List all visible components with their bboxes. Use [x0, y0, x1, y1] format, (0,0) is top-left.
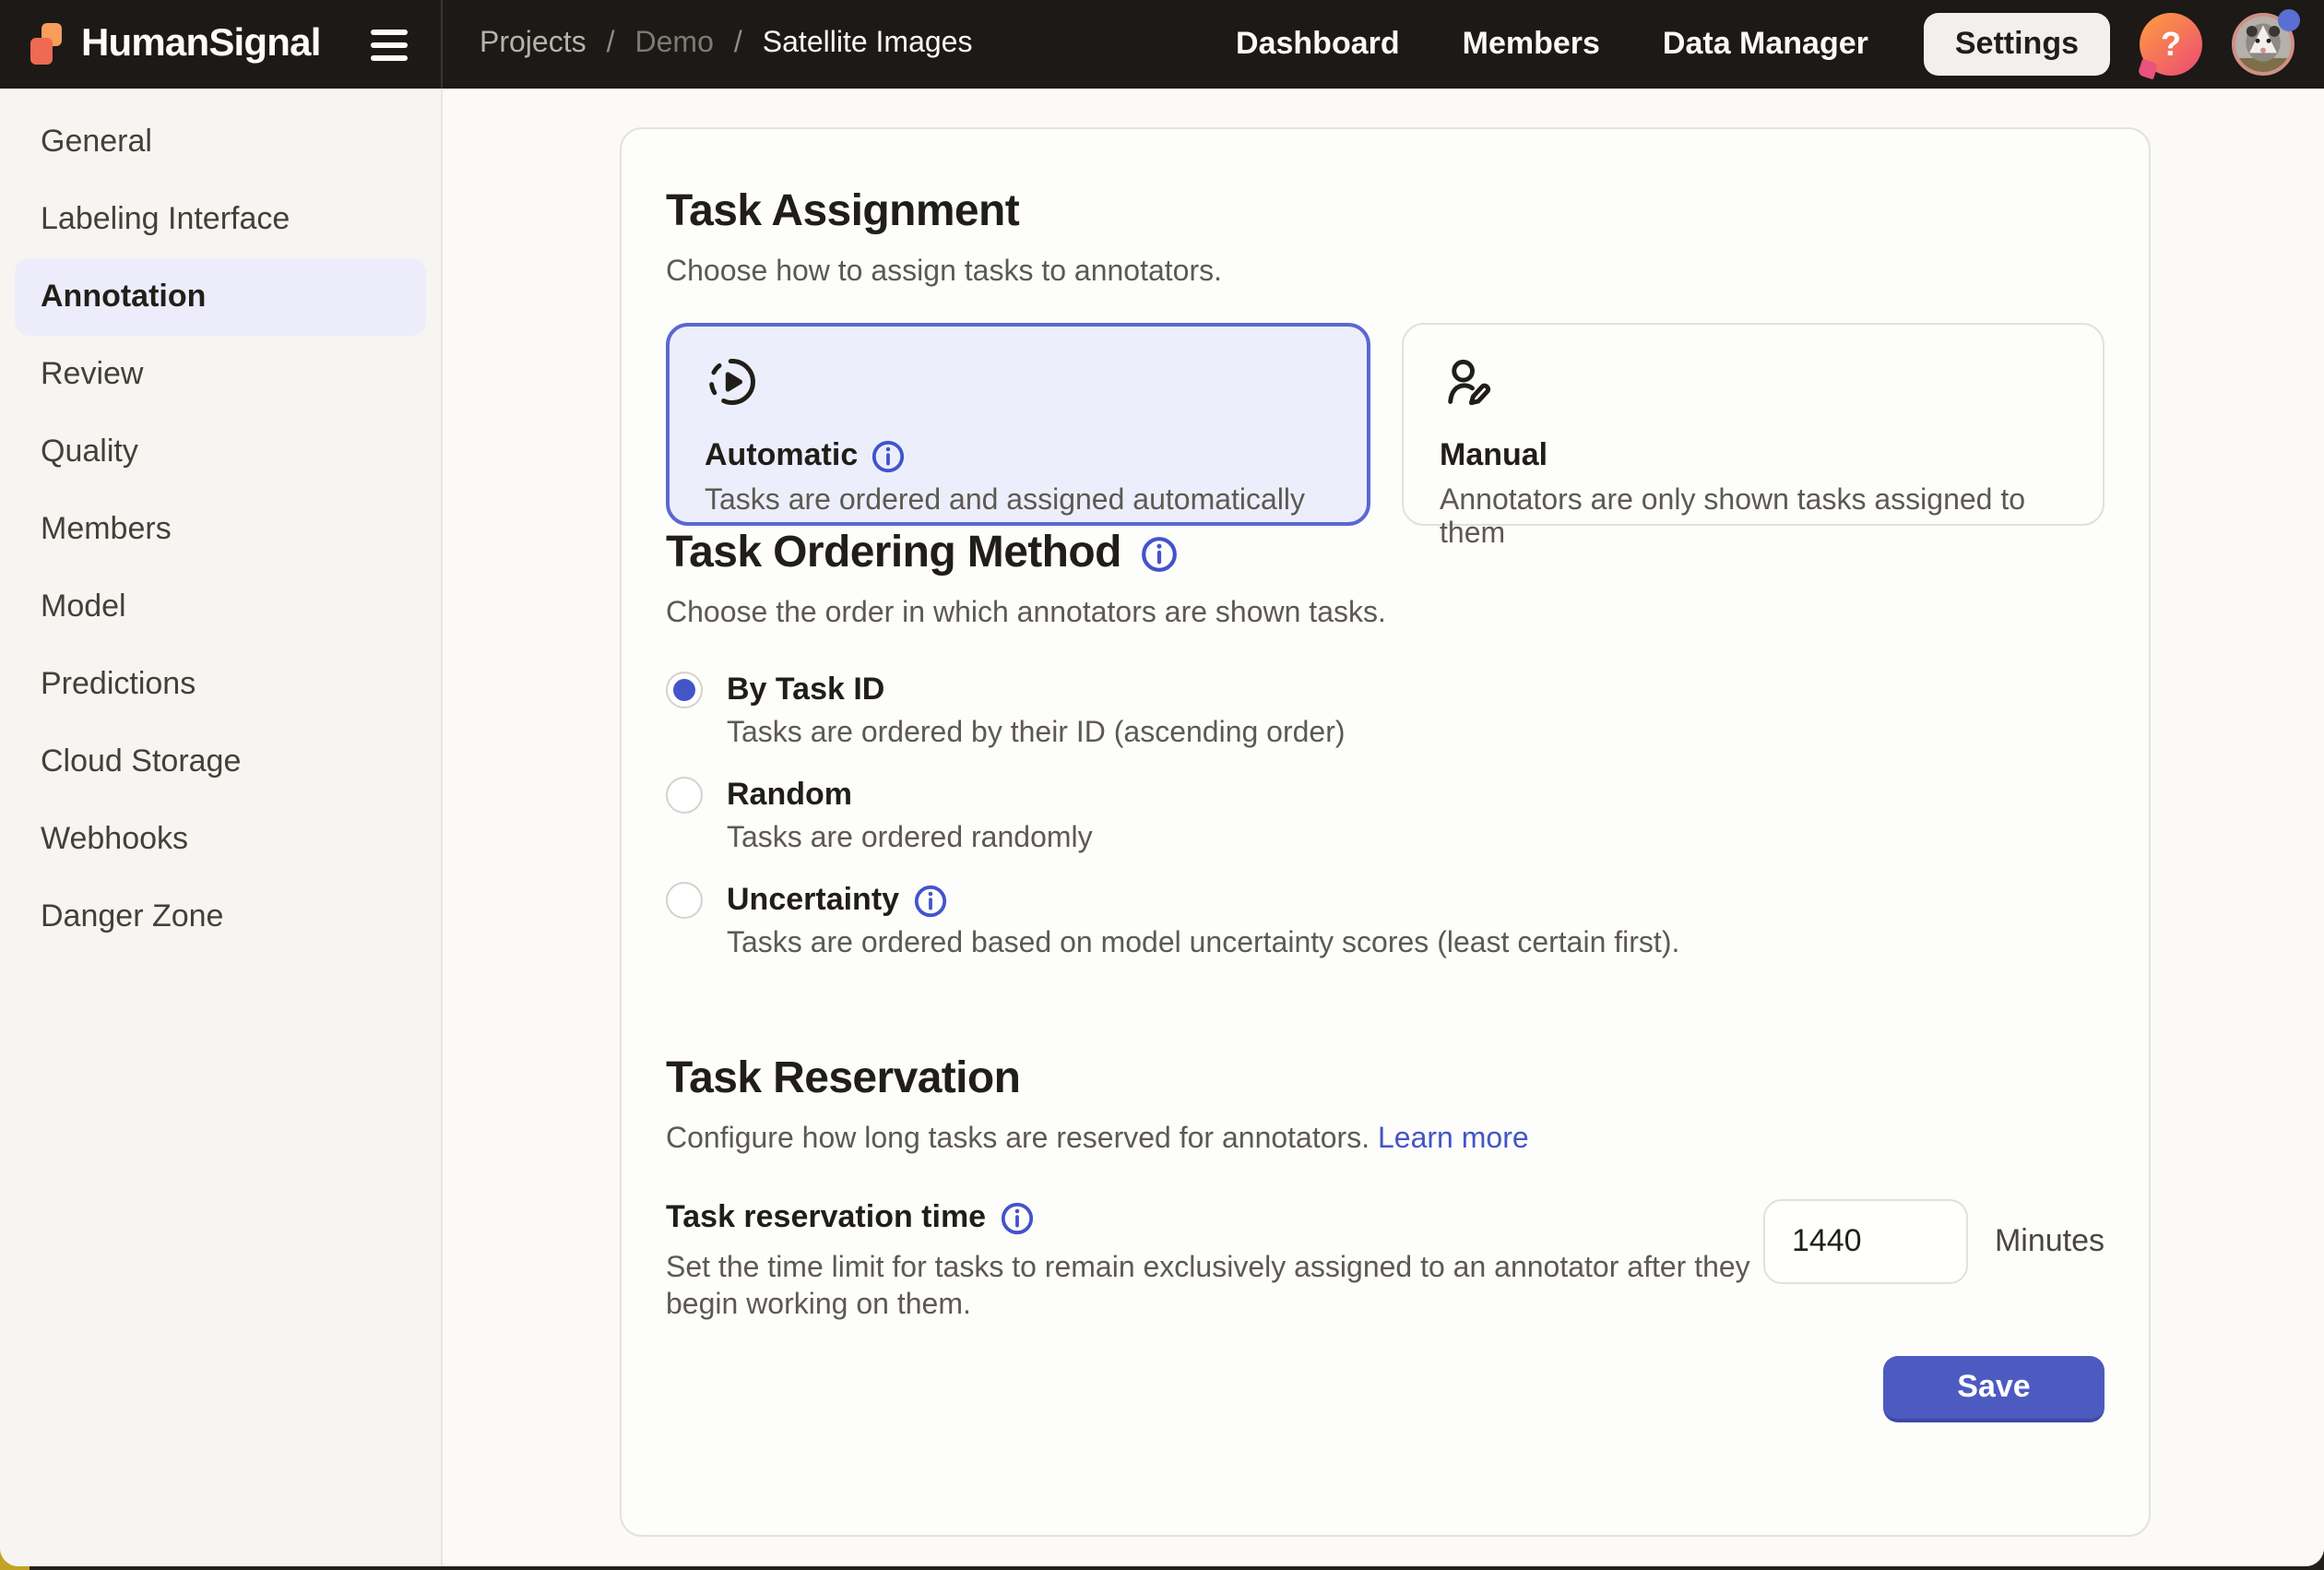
option-manual-title-text: Manual: [1440, 437, 1547, 474]
sidebar-item-members[interactable]: Members: [15, 491, 426, 568]
topbar-left: HumanSignal: [0, 0, 443, 89]
breadcrumb-current-page: Satellite Images: [763, 28, 973, 61]
nav-data-manager[interactable]: Data Manager: [1663, 26, 1868, 63]
humansignal-logo-icon: [24, 20, 68, 68]
sidebar-item-general[interactable]: General: [15, 103, 426, 181]
info-icon[interactable]: [1140, 534, 1179, 573]
breadcrumb-project[interactable]: Demo: [635, 28, 714, 61]
radio-random-description: Tasks are ordered randomly: [727, 821, 1093, 858]
hamburger-menu-icon[interactable]: [371, 21, 408, 67]
task-reservation-title: Task Reservation: [666, 1052, 2105, 1107]
task-reservation-subtitle-text: Configure how long tasks are reserved fo…: [666, 1124, 1370, 1155]
info-icon[interactable]: [912, 883, 947, 918]
info-icon[interactable]: [871, 438, 906, 473]
option-manual-title: Manual: [1440, 437, 2066, 474]
nav-dashboard[interactable]: Dashboard: [1236, 26, 1400, 63]
radio-by-task-id[interactable]: [666, 672, 703, 708]
radio-random-label: Random: [727, 775, 1093, 815]
sidebar-item-review[interactable]: Review: [15, 336, 426, 413]
option-automatic-description: Tasks are ordered and assigned automatic…: [705, 485, 1331, 518]
radio-by-task-id-label: By Task ID: [727, 670, 1346, 710]
radio-uncertainty[interactable]: [666, 882, 703, 919]
option-card-manual[interactable]: Manual Annotators are only shown tasks a…: [1401, 323, 2105, 526]
radio-by-task-id-label-text: By Task ID: [727, 670, 884, 710]
user-edit-icon: [1440, 354, 1495, 410]
app-window: HumanSignal Projects / Demo / Satellite …: [0, 0, 2324, 1566]
avatar-status-badge: [2278, 9, 2300, 31]
task-reservation-subtitle: Configure how long tasks are reserved fo…: [666, 1122, 2105, 1159]
task-assignment-title-text: Task Assignment: [666, 184, 1019, 240]
task-assignment-title: Task Assignment: [666, 184, 2105, 240]
option-card-automatic[interactable]: Automatic Tasks are ordered and assigned…: [666, 323, 1370, 526]
radio-uncertainty-label-text: Uncertainty: [727, 880, 899, 921]
main-content: Task Assignment Choose how to assign tas…: [443, 89, 2324, 1566]
nav-members[interactable]: Members: [1463, 26, 1600, 63]
help-button[interactable]: ?: [2140, 13, 2202, 76]
ordering-radio-group: By Task ID Tasks are ordered by their ID…: [666, 670, 2105, 963]
reservation-time-text: Task reservation time Set the time limit…: [666, 1199, 1750, 1325]
annotation-settings-card: Task Assignment Choose how to assign tas…: [620, 127, 2151, 1537]
option-automatic-title: Automatic: [705, 437, 1331, 474]
option-manual-description: Annotators are only shown tasks assigned…: [1440, 485, 2066, 552]
info-icon[interactable]: [999, 1200, 1034, 1235]
stage: HumanSignal Projects / Demo / Satellite …: [0, 0, 2324, 1570]
reservation-time-unit: Minutes: [1995, 1199, 2105, 1284]
humansignal-logo[interactable]: HumanSignal: [24, 20, 321, 68]
radio-random-label-text: Random: [727, 775, 852, 815]
option-automatic-title-text: Automatic: [705, 437, 858, 474]
reservation-time-field-row: Task reservation time Set the time limit…: [666, 1199, 2105, 1325]
sidebar-item-annotation[interactable]: Annotation: [15, 258, 426, 336]
logo-text: HumanSignal: [81, 22, 321, 66]
settings-sidebar: General Labeling Interface Annotation Re…: [0, 89, 443, 1566]
radio-option-random: Random Tasks are ordered randomly: [666, 775, 2105, 858]
settings-button[interactable]: Settings: [1924, 13, 2110, 76]
radio-random[interactable]: [666, 777, 703, 814]
save-button[interactable]: Save: [1883, 1356, 2105, 1422]
reservation-time-label-text: Task reservation time: [666, 1199, 986, 1236]
reservation-time-label: Task reservation time: [666, 1199, 1750, 1236]
user-avatar[interactable]: [2232, 13, 2294, 76]
sidebar-item-cloud-storage[interactable]: Cloud Storage: [15, 723, 426, 801]
question-mark-icon: ?: [2161, 25, 2181, 64]
radio-by-task-id-description: Tasks are ordered by their ID (ascending…: [727, 716, 1346, 753]
radio-uncertainty-description: Tasks are ordered based on model uncerta…: [727, 926, 1679, 963]
top-navigation: Dashboard Members Data Manager: [1236, 26, 1868, 63]
task-ordering-title-text: Task Ordering Method: [666, 526, 1121, 581]
sidebar-item-webhooks[interactable]: Webhooks: [15, 801, 426, 878]
breadcrumb-separator: /: [607, 28, 615, 61]
sidebar-item-quality[interactable]: Quality: [15, 413, 426, 491]
task-reservation-title-text: Task Reservation: [666, 1052, 1020, 1107]
reservation-time-input-wrap: Minutes: [1764, 1199, 2105, 1325]
save-row: Save: [666, 1356, 2105, 1422]
reservation-time-input[interactable]: [1764, 1199, 1969, 1284]
task-assignment-subtitle: Choose how to assign tasks to annotators…: [666, 255, 2105, 291]
top-bar: HumanSignal Projects / Demo / Satellite …: [0, 0, 2324, 89]
radio-option-uncertainty: Uncertainty Tasks are ordered based: [666, 880, 2105, 963]
assignment-options: Automatic Tasks are ordered and assigned…: [666, 323, 2105, 526]
sidebar-item-labeling-interface[interactable]: Labeling Interface: [15, 181, 426, 258]
radio-uncertainty-label: Uncertainty: [727, 880, 1679, 921]
breadcrumb-separator: /: [734, 28, 742, 61]
sidebar-item-model[interactable]: Model: [15, 568, 426, 646]
sidebar-item-predictions[interactable]: Predictions: [15, 646, 426, 723]
task-ordering-subtitle: Choose the order in which annotators are…: [666, 596, 2105, 633]
breadcrumb: Projects / Demo / Satellite Images: [480, 28, 972, 61]
reservation-time-description: Set the time limit for tasks to remain e…: [666, 1251, 1750, 1325]
auto-play-icon: [705, 354, 760, 410]
sidebar-item-danger-zone[interactable]: Danger Zone: [15, 878, 426, 956]
breadcrumb-projects[interactable]: Projects: [480, 28, 587, 61]
learn-more-link[interactable]: Learn more: [1378, 1124, 1529, 1155]
radio-option-by-task-id: By Task ID Tasks are ordered by their ID…: [666, 670, 2105, 753]
